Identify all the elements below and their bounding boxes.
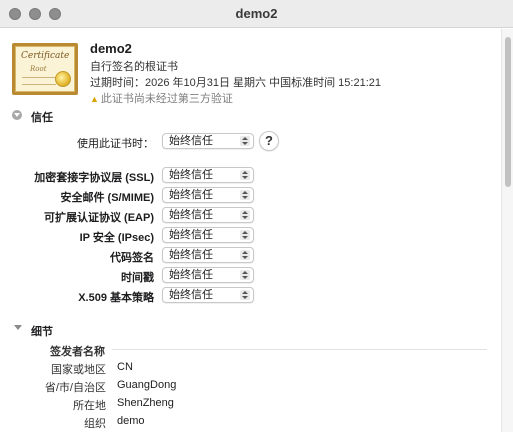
- certificate-icon-lines: [22, 77, 56, 85]
- trust-item-label-smime: 安全邮件 (S/MIME): [60, 192, 155, 204]
- certificate-window: demo2 Certificate Root demo2 自行签名的根证书 过期…: [0, 0, 513, 432]
- trust-item-label-eap: 可扩展认证协议 (EAP): [44, 212, 154, 224]
- trust-select-value: 始终信任: [169, 209, 213, 221]
- trust-item-label-ssl: 加密套接字协议层 (SSL): [34, 172, 154, 184]
- certificate-icon: Certificate Root: [12, 43, 78, 95]
- warning-icon: ▲: [90, 94, 99, 104]
- select-arrows-icon: [240, 210, 250, 220]
- detail-value-locality: ShenZheng: [117, 397, 174, 409]
- issuer-divider: [112, 349, 487, 350]
- trust-select-value: 始终信任: [169, 229, 213, 241]
- detail-value-province: GuangDong: [117, 379, 177, 391]
- title-bar: demo2: [0, 0, 513, 28]
- vertical-scrollbar[interactable]: [501, 29, 513, 432]
- select-arrows-icon: [240, 230, 250, 240]
- certificate-name: demo2: [90, 41, 132, 56]
- trust-select-value: 始终信任: [169, 269, 213, 281]
- trust-item-label-x509: X.509 基本策略: [78, 292, 154, 304]
- scrollbar-thumb[interactable]: [505, 37, 511, 187]
- details-section-label: 细节: [31, 326, 53, 338]
- certificate-seal-icon: [55, 71, 71, 87]
- details-disclosure-icon[interactable]: [14, 325, 22, 330]
- issuer-name-header: 签发者名称: [50, 346, 105, 358]
- select-arrows-icon: [240, 136, 250, 146]
- detail-label-organization: 组织: [84, 418, 106, 430]
- detail-value-country: CN: [117, 361, 133, 373]
- trust-select-value: 始终信任: [169, 169, 213, 181]
- trust-select-eap[interactable]: 始终信任: [162, 207, 254, 223]
- certificate-icon-subtitle: Root: [30, 65, 47, 73]
- trust-select-value: 始终信任: [169, 289, 213, 301]
- when-using-label: 使用此证书时：: [77, 138, 154, 150]
- select-arrows-icon: [240, 270, 250, 280]
- select-arrows-icon: [240, 190, 250, 200]
- certificate-warning-text: 此证书尚未经过第三方验证: [100, 93, 233, 105]
- window-title: demo2: [235, 6, 278, 21]
- trust-select-code-signing[interactable]: 始终信任: [162, 247, 254, 263]
- detail-value-organization: demo: [117, 415, 145, 427]
- trust-select-x509[interactable]: 始终信任: [162, 287, 254, 303]
- trust-item-label-code-signing: 代码签名: [110, 252, 154, 264]
- trust-select-timestamp[interactable]: 始终信任: [162, 267, 254, 283]
- select-arrows-icon: [240, 250, 250, 260]
- detail-label-country: 国家或地区: [51, 364, 106, 376]
- certificate-expiry: 过期时间：2026 年10月31日 星期六 中国标准时间 15:21:21: [90, 77, 381, 89]
- trust-item-label-ipsec: IP 安全 (IPsec): [79, 232, 154, 244]
- detail-label-province: 省/市/自治区: [44, 382, 106, 394]
- certificate-warning: ▲ 此证书尚未经过第三方验证: [90, 90, 233, 106]
- certificate-icon-title: Certificate: [21, 51, 70, 61]
- trust-select-ssl[interactable]: 始终信任: [162, 167, 254, 183]
- select-arrows-icon: [240, 290, 250, 300]
- trust-section-label: 信任: [31, 112, 53, 124]
- trust-item-label-timestamp: 时间戳: [121, 272, 154, 284]
- trust-select-value: 始终信任: [169, 189, 213, 201]
- select-arrows-icon: [240, 170, 250, 180]
- trust-disclosure-icon[interactable]: [12, 110, 22, 120]
- help-button[interactable]: ?: [259, 131, 279, 151]
- certificate-content: Certificate Root demo2 自行签名的根证书 过期时间：202…: [0, 29, 501, 432]
- when-using-select[interactable]: 始终信任: [162, 133, 254, 149]
- when-using-select-value: 始终信任: [169, 135, 213, 147]
- trust-select-ipsec[interactable]: 始终信任: [162, 227, 254, 243]
- certificate-kind: 自行签名的根证书: [90, 61, 178, 73]
- trust-select-value: 始终信任: [169, 249, 213, 261]
- trust-select-smime[interactable]: 始终信任: [162, 187, 254, 203]
- detail-label-locality: 所在地: [73, 400, 106, 412]
